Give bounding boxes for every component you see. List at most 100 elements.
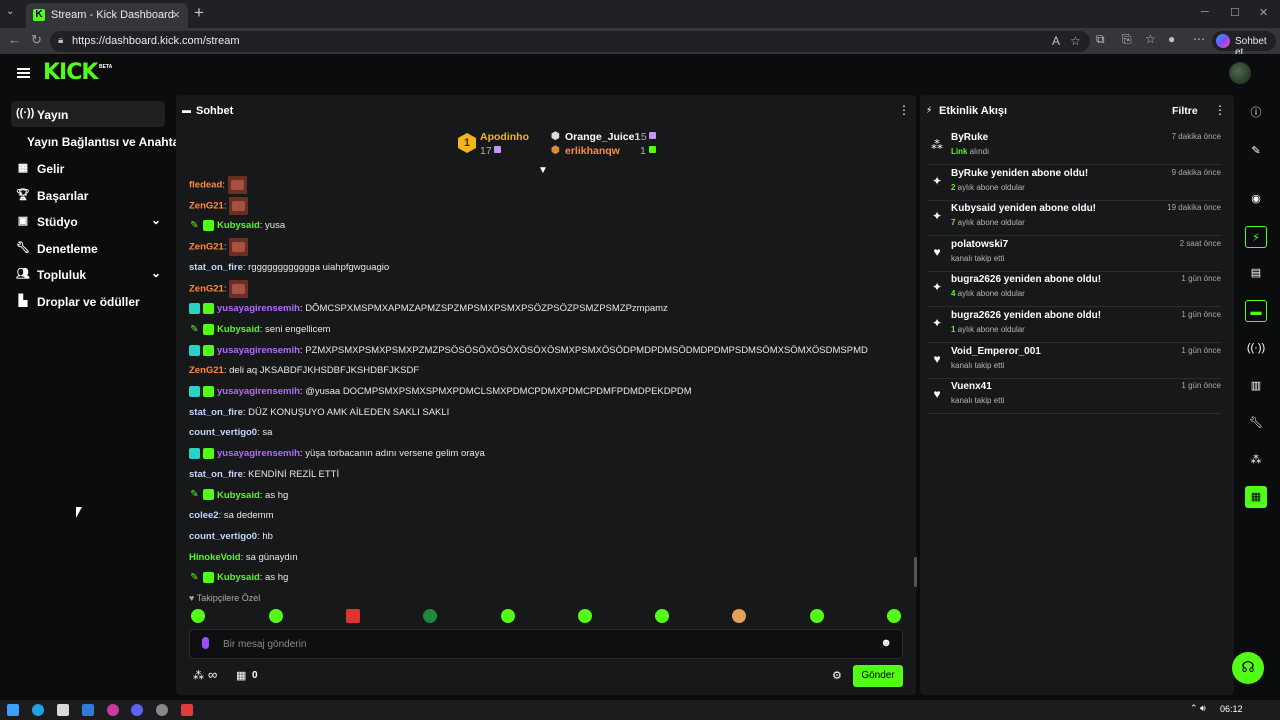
activity-more-icon[interactable]: ⋮ [1214,103,1226,117]
chat-username[interactable]: HinokeVoid [189,552,241,563]
collapse-pinned-icon[interactable]: ▼ [538,165,548,176]
info-icon[interactable]: ⓘ [1245,102,1267,124]
user-avatar[interactable] [1229,62,1251,84]
emote-icon[interactable] [578,609,592,623]
chat-username[interactable]: fledead [189,180,222,191]
activity-event[interactable]: ♥ Void_Emperor_001 kanalı takip etti 1 gün … [927,343,1221,379]
app-icon[interactable] [156,704,168,716]
gifter-name[interactable]: Apodinho [480,131,529,143]
sidebar-item-drops[interactable]: ▙ Droplar ve ödüller [11,288,165,314]
browser-tab[interactable]: K Stream - Kick Dashboard × [26,3,188,28]
close-tab-icon[interactable]: × [172,7,180,22]
chat-more-icon[interactable]: ⋮ [898,103,910,117]
activity-event[interactable]: ♥ polatowski7 kanalı takip etti 2 saat önce [927,236,1221,272]
sidebar-item-stream-key[interactable]: Yayın Bağlantısı ve Anahtarı [1,128,187,154]
layout-icon[interactable]: ▥ [1245,375,1267,397]
store-icon[interactable] [82,704,94,716]
new-tab-icon[interactable]: + [194,3,204,23]
chat-input[interactable]: Bir mesaj gönderin ☻ [189,629,903,659]
chat-scrollbar[interactable] [914,557,917,587]
chat-username[interactable]: Kubysaid [217,572,260,583]
hamburger-menu-icon[interactable] [17,68,30,78]
sidebar-item-stream[interactable]: ((·)) Yayın [11,101,165,127]
sidebar-item-community[interactable]: 👥︎ Topluluk ⌄ [11,261,165,287]
activity-event[interactable]: ✦ ByRuke yeniden abone oldu! 2 aylık abone… [927,165,1221,201]
camera-icon[interactable]: ◉ [1245,188,1267,210]
gifter-name[interactable]: Orange_Juice1 [565,131,640,143]
chat-username[interactable]: Kubysaid [217,220,260,231]
chat-username[interactable]: yusayagirensemih [217,303,300,314]
discord-icon[interactable] [131,704,143,716]
clapper-icon[interactable]: ▦ [1245,486,1267,508]
favorites-icon[interactable]: ☆ [1145,32,1156,46]
chat-username[interactable]: stat_on_fire [189,407,243,418]
chat-username[interactable]: yusayagirensemih [217,345,300,356]
chevron-down-icon[interactable]: ⌄ [151,213,161,227]
emote-icon[interactable] [501,609,515,623]
chat-username[interactable]: stat_on_fire [189,262,243,273]
kick-logo[interactable]: KICK [43,60,98,85]
activity-event[interactable]: ✦ bugra2626 yeniden abone oldu! 1 aylık ab… [927,307,1221,343]
chat-username[interactable]: count_vertigo0 [189,427,257,438]
chat-username[interactable]: ZenG21 [189,365,224,376]
activity-event[interactable]: ♥ Vuenx41 kanalı takip etti 1 gün önce [927,378,1221,415]
url-bar[interactable]: 🔒︎ https://dashboard.kick.com/stream A ☆ [50,31,1090,52]
chat-username[interactable]: ZenG21 [189,200,224,211]
profile-icon[interactable]: ● [1168,32,1175,46]
tray-icons[interactable]: ⌃ 🔊︎ [1190,703,1206,714]
edit-icon[interactable]: ✎ [1245,140,1267,162]
microphone-icon[interactable] [202,637,209,649]
broadcast-icon[interactable]: ((·)) [1245,337,1267,359]
chat-panel-toggle-icon[interactable]: ▬ [1245,300,1267,322]
favorite-star-icon[interactable]: ☆ [1070,34,1081,48]
start-icon[interactable] [7,704,19,716]
sidebar-item-achievements[interactable]: 🏆︎ Başarılar [11,182,165,208]
chat-username[interactable]: Kubysaid [217,490,260,501]
activity-event[interactable]: ⁂ ByRuke Link alındı 7 dakika önce [927,129,1221,165]
reload-icon[interactable]: ↻ [31,32,42,48]
chat-username[interactable]: ZenG21 [189,242,224,253]
drops-icon[interactable]: ⁂ [1245,449,1267,471]
notes-icon[interactable]: ▤ [1245,262,1267,284]
gift-box-icon[interactable]: ▦ [236,669,246,682]
emoji-picker-icon[interactable]: ☻ [880,637,892,649]
chat-settings-icon[interactable]: ⚙ [832,669,842,682]
emote-icon[interactable] [269,609,283,623]
sidebar-item-moderation[interactable]: 🔧︎ Denetleme [11,235,165,261]
help-headset-icon[interactable]: ☊ [1232,652,1264,684]
emote-icon[interactable] [346,609,360,623]
chat-username[interactable]: Kubysaid [217,324,260,335]
gifter-name[interactable]: erlikhanqw [565,145,620,157]
split-screen-icon[interactable]: ⎘ [1122,32,1132,47]
filter-button[interactable]: Filtre [1172,105,1198,117]
activity-panel-toggle-icon[interactable]: ⚡︎ [1245,226,1267,248]
copilot-button[interactable]: Sohbet et [1212,31,1276,58]
chevron-down-icon[interactable]: ⌄ [151,266,161,280]
activity-event[interactable]: ✦ bugra2626 yeniden abone oldu! 4 aylık ab… [927,271,1221,308]
emote-icon[interactable] [191,609,205,623]
back-icon[interactable]: ← [8,32,21,47]
points-icon[interactable]: ⁂ [193,669,204,682]
tab-list-icon[interactable]: ⌄ [6,6,14,17]
edge-icon[interactable] [32,704,44,716]
sidebar-item-revenue[interactable]: ▦ Gelir [11,155,165,181]
emote-icon[interactable] [810,609,824,623]
read-aloud-icon[interactable]: A [1052,34,1060,48]
app-icon[interactable] [181,704,193,716]
emote-icon[interactable] [732,609,746,623]
close-window-icon[interactable]: ✕ [1259,6,1268,19]
chat-username[interactable]: yusayagirensemih [217,386,300,397]
send-button[interactable]: Gönder [853,665,903,687]
wrench-icon[interactable]: 🔧︎ [1245,412,1267,434]
chat-username[interactable]: stat_on_fire [189,469,243,480]
minimize-icon[interactable]: ─ [1201,6,1209,18]
chat-username[interactable]: colee2 [189,510,219,521]
maximize-icon[interactable]: ☐ [1230,6,1240,19]
chat-username[interactable]: ZenG21 [189,283,224,294]
file-explorer-icon[interactable] [57,704,69,716]
more-menu-icon[interactable]: ⋯ [1193,32,1205,46]
emote-icon[interactable] [423,609,437,623]
sidebar-item-studio[interactable]: ▣ Stüdyo ⌄ [11,208,165,234]
emote-icon[interactable] [655,609,669,623]
activity-event[interactable]: ✦ Kubysaid yeniden abone oldu! 7 aylık abo… [927,200,1221,237]
